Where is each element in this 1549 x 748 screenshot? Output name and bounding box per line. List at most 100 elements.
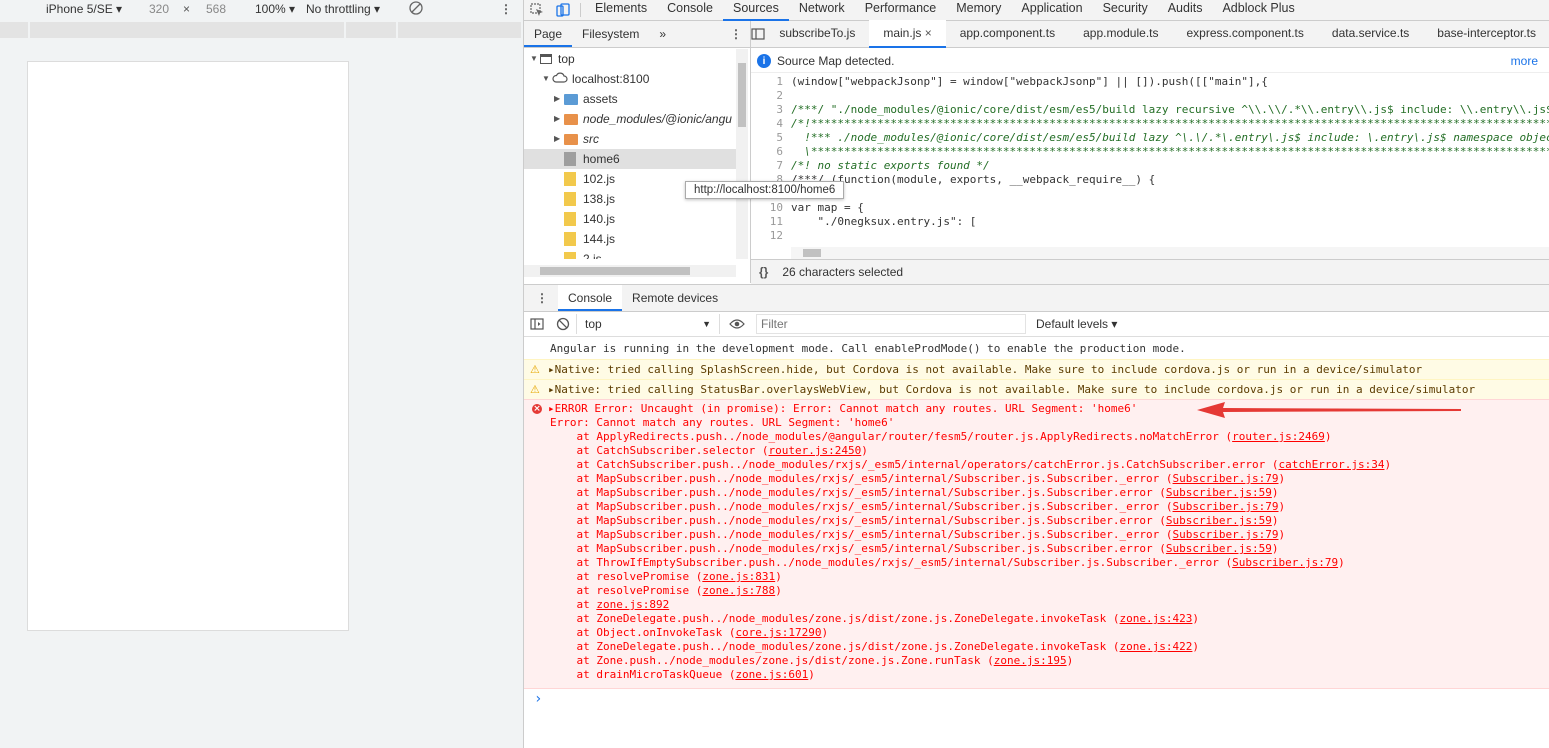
tab-sources[interactable]: Sources [722,0,789,21]
editor-tab[interactable]: app.module.ts [1069,20,1172,46]
drawer-menu-icon[interactable]: ⋮ [524,291,558,305]
tree-item[interactable]: ▼ localhost:8100 [524,69,736,89]
tab-application[interactable]: Application [1011,0,1092,19]
line-number[interactable]: 6 [751,145,783,159]
source-link[interactable]: Subscriber.js:79 [1173,472,1279,485]
editor-tab[interactable]: express.component.ts [1173,20,1318,46]
source-link[interactable]: core.js:17290 [735,626,821,639]
device-width-input[interactable]: 320 [149,2,169,16]
stack-frame-text: at CatchSubscriber.push../node_modules/r… [550,458,1272,471]
live-expression-eye-icon[interactable] [724,314,750,334]
source-link[interactable]: zone.js:422 [1120,640,1193,653]
source-link[interactable]: zone.js:831 [702,570,775,583]
collapsed-triangle-icon[interactable]: ▶ [554,89,564,109]
tree-item[interactable]: ▶ assets [524,89,736,109]
tab-performance[interactable]: Performance [855,0,947,19]
source-link[interactable]: router.js:2450 [769,444,862,457]
tab-adblock-plus[interactable]: Adblock Plus [1212,0,1304,19]
source-link[interactable]: zone.js:892 [596,598,669,611]
line-number[interactable]: 12 [751,229,783,243]
log-levels-select[interactable]: Default levels ▾ [1036,317,1117,331]
tree-item[interactable]: 2.js [524,249,736,259]
collapsed-triangle-icon[interactable]: ▶ [554,129,564,149]
source-link[interactable]: Subscriber.js:79 [1173,528,1279,541]
source-link[interactable]: zone.js:788 [702,584,775,597]
tab-page[interactable]: Page [524,21,573,47]
console-message[interactable]: Angular is running in the development mo… [524,339,1549,358]
tree-item[interactable]: ▼ top [524,49,736,69]
line-number[interactable]: 1 [751,75,783,89]
source-link[interactable]: router.js:2469 [1232,430,1325,443]
tab-network[interactable]: Network [789,0,855,19]
navigator-menu-icon[interactable]: ⋮ [730,27,750,41]
source-link[interactable]: Subscriber.js:59 [1166,514,1272,527]
context-select[interactable]: top ▼ [576,314,720,334]
line-number[interactable]: 3 [751,103,783,117]
expanded-triangle-icon[interactable]: ▼ [530,49,540,69]
editor-tab[interactable]: base-interceptor.ts [1423,20,1549,46]
device-toolbar-icon[interactable] [550,0,576,20]
source-link[interactable]: Subscriber.js:79 [1173,500,1279,513]
navigator-vertical-scrollbar[interactable] [736,49,748,259]
infobar-more-link[interactable]: more [1511,54,1538,68]
line-number[interactable]: 11 [751,215,783,229]
throttling-select[interactable]: No throttling ▾ [306,2,380,16]
navigator-more-tabs[interactable]: » [649,21,676,47]
tree-item[interactable]: 144.js [524,229,736,249]
rotate-icon[interactable] [408,0,424,19]
tab-console[interactable]: Console [657,0,723,19]
tree-item[interactable]: 140.js [524,209,736,229]
device-select[interactable]: iPhone 5/SE ▾ [46,2,122,16]
more-options-icon[interactable]: ⋮ [500,2,512,16]
source-link[interactable]: zone.js:423 [1120,612,1193,625]
console-error[interactable]: × ▸ERROR Error: Uncaught (in promise): Er… [524,399,1549,689]
source-link[interactable]: Subscriber.js:59 [1166,486,1272,499]
console-warning[interactable]: ⚠ ▸Native: tried calling StatusBar.overla… [524,379,1549,400]
stack-frame: at MapSubscriber.push../node_modules/rxj… [524,472,1549,486]
editor-tab[interactable]: app.component.ts [946,20,1069,46]
tab-elements[interactable]: Elements [585,0,657,19]
tree-item[interactable]: ▶ src [524,129,736,149]
close-tab-icon[interactable]: × [921,26,932,40]
show-sidebar-icon[interactable] [524,314,550,334]
editor-tab[interactable]: main.js × [869,20,946,48]
line-number[interactable]: 10 [751,201,783,215]
tab-filesystem[interactable]: Filesystem [572,21,649,47]
console-prompt[interactable]: › [524,691,1549,707]
source-link[interactable]: catchError.js:34 [1278,458,1384,471]
toggle-navigator-icon[interactable] [751,24,765,44]
tab-security[interactable]: Security [1093,0,1158,19]
tree-item-label: 2.js [583,252,602,259]
console-filter-input[interactable] [756,314,1026,334]
pretty-print-icon[interactable]: {} [759,265,768,279]
line-number[interactable]: 2 [751,89,783,103]
editor-tab[interactable]: subscribeTo.js [765,20,869,46]
tree-item[interactable]: ▶ node_modules/@ionic/angu [524,109,736,129]
tab-remote-devices[interactable]: Remote devices [622,285,728,311]
inspect-element-icon[interactable] [524,0,550,20]
paren: ) [775,570,782,583]
source-link[interactable]: zone.js:195 [994,654,1067,667]
tree-item[interactable]: home6 [524,149,736,169]
line-number[interactable]: 4 [751,117,783,131]
source-link[interactable]: Subscriber.js:59 [1166,542,1272,555]
collapsed-triangle-icon[interactable]: ▶ [554,109,564,129]
media-query-ruler[interactable] [0,22,523,38]
tab-console-drawer[interactable]: Console [558,285,623,311]
tab-memory[interactable]: Memory [946,0,1011,19]
device-height-input[interactable]: 568 [206,2,226,16]
clear-console-icon[interactable] [550,314,576,334]
zoom-select[interactable]: 100% ▾ [255,2,295,16]
code-area[interactable]: 1 (window["webpackJsonp"] = window["webpa… [751,75,1549,259]
tab-audits[interactable]: Audits [1158,0,1213,19]
expanded-triangle-icon[interactable]: ▼ [542,69,552,89]
line-number[interactable]: 5 [751,131,783,145]
source-link[interactable]: zone.js:601 [735,668,808,681]
device-viewport[interactable] [27,61,349,631]
console-warning[interactable]: ⚠ ▸Native: tried calling SplashScreen.hid… [524,359,1549,380]
source-link[interactable]: Subscriber.js:79 [1232,556,1338,569]
navigator-horizontal-scrollbar[interactable] [524,265,736,277]
editor-tab[interactable]: data.service.ts [1318,20,1423,46]
line-number[interactable]: 7 [751,159,783,173]
code-horizontal-scrollbar[interactable] [791,247,1549,259]
